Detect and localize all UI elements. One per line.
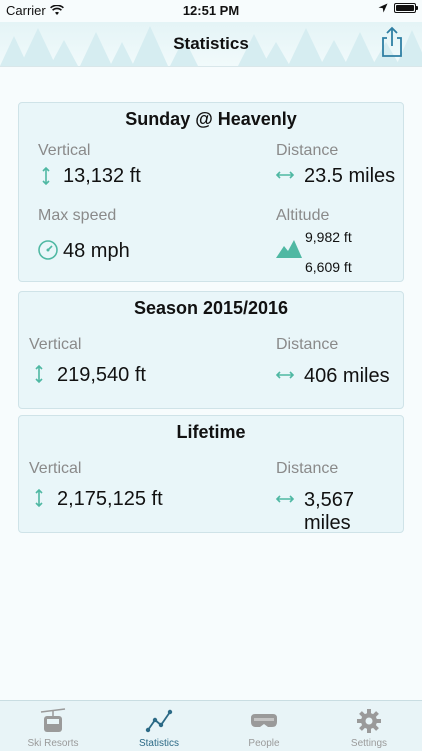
season-distance-label: Distance	[276, 336, 339, 353]
tab-ski-resorts[interactable]: Ski Resorts	[0, 701, 106, 751]
lifetime-vertical-value: 2,175,125 ft	[57, 488, 163, 510]
gondola-icon	[40, 708, 66, 732]
status-bar: Carrier 12:51 PM	[0, 0, 422, 22]
stats-graph-icon	[145, 709, 173, 733]
navigation-bar: Statistics	[0, 22, 422, 67]
tab-settings[interactable]: Settings	[316, 701, 422, 751]
goggles-icon	[251, 714, 277, 727]
lifetime-distance-value: 3,567 miles	[304, 489, 355, 534]
max-speed-value: 48 mph	[63, 240, 130, 262]
distance-label: Distance	[276, 142, 339, 159]
battery-icon	[394, 3, 418, 13]
lifetime-stats-card: Lifetime Vertical 2,175,125 ft Distance …	[18, 415, 404, 534]
tab-bar: Ski Resorts Statistics People Settings	[0, 700, 422, 751]
season-distance-value: 406 miles	[304, 365, 390, 387]
day-card-title: Sunday @ Heavenly	[125, 109, 297, 129]
horizontal-arrows-icon	[275, 171, 295, 179]
page-title: Statistics	[173, 34, 249, 53]
lifetime-vertical-label: Vertical	[29, 460, 82, 477]
altitude-low-value: 6,609 ft	[305, 259, 352, 275]
lifetime-distance-label: Distance	[276, 460, 339, 477]
season-vertical-value: 219,540 ft	[57, 364, 146, 386]
tab-label-people: People	[248, 738, 280, 749]
tab-label-ski-resorts: Ski Resorts	[27, 738, 79, 749]
tab-people[interactable]: People	[211, 701, 317, 751]
vertical-value: 13,132 ft	[63, 165, 141, 187]
status-time: 12:51 PM	[182, 3, 240, 18]
mountain-icon	[276, 240, 302, 258]
share-button[interactable]	[378, 26, 406, 58]
tab-label-settings: Settings	[350, 738, 388, 749]
season-card-title: Season 2015/2016	[133, 298, 289, 318]
vertical-label: Vertical	[38, 142, 91, 159]
location-arrow-icon	[378, 3, 388, 13]
gear-icon	[357, 709, 381, 733]
horizontal-arrows-icon	[275, 371, 295, 379]
status-right	[378, 3, 418, 13]
horizontal-arrows-icon	[275, 495, 295, 503]
vertical-arrows-icon	[35, 488, 43, 508]
distance-value: 23.5 miles	[304, 165, 396, 187]
altitude-high-value: 9,982 ft	[305, 229, 352, 245]
vertical-arrows-icon	[42, 166, 50, 186]
lifetime-card-title: Lifetime	[176, 422, 246, 442]
season-vertical-label: Vertical	[29, 336, 82, 353]
altitude-label: Altitude	[276, 207, 330, 224]
max-speed-label: Max speed	[38, 207, 117, 224]
day-stats-card: Sunday @ Heavenly Vertical 13,132 ft Dis…	[18, 102, 404, 282]
vertical-arrows-icon	[35, 364, 43, 384]
season-stats-card: Season 2015/2016 Vertical 219,540 ft Dis…	[18, 291, 404, 409]
tab-statistics[interactable]: Statistics	[106, 701, 212, 751]
tab-label-statistics: Statistics	[138, 738, 179, 749]
speedometer-icon	[38, 240, 58, 260]
